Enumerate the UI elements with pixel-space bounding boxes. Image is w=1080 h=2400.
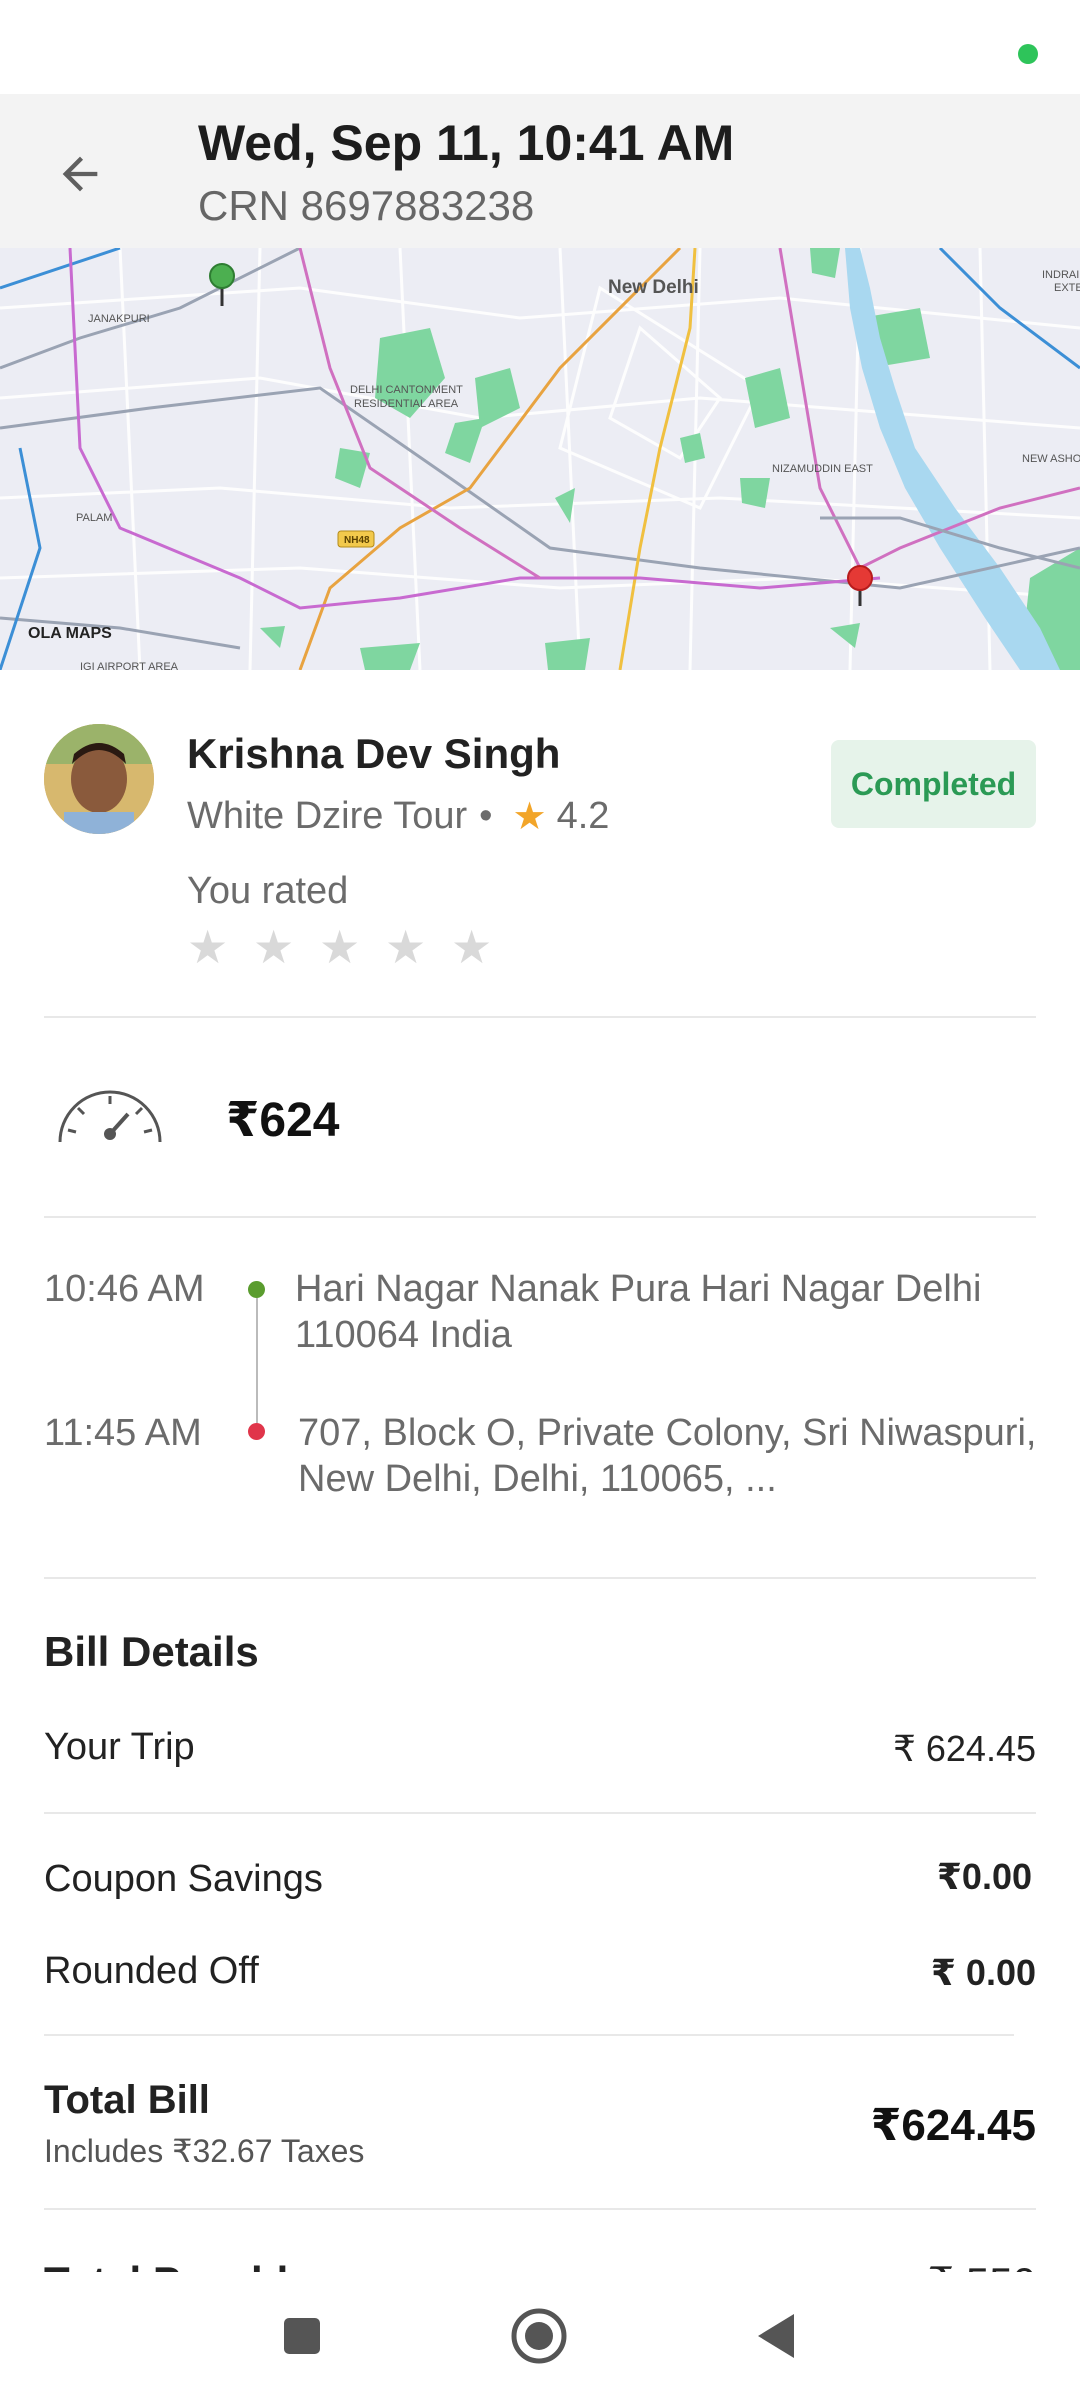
map-label: DELHI CANTONMENT: [350, 384, 463, 396]
map-label: NEW ASHO: [1022, 453, 1080, 465]
arrow-left-icon: [62, 156, 98, 192]
fare-amount: ₹624: [226, 1094, 340, 1147]
total-bill-label: Total Bill: [44, 2078, 210, 2122]
driver-rating: 4.2: [556, 795, 610, 837]
drop-address: 707, Block O, Private Colony, Sri Niwasp…: [298, 1412, 1037, 1500]
rate-star-4-icon[interactable]: ★: [385, 924, 426, 970]
map-label: RESIDENTIAL AREA: [354, 398, 459, 410]
driver-name: Krishna Dev Singh: [187, 730, 561, 777]
map-brand-logo: OLA MAPS: [28, 625, 112, 642]
rounded-off-label: Rounded Off: [44, 1950, 259, 1992]
bill-details-title: Bill Details: [44, 1628, 259, 1675]
highway-shield: NH48: [344, 535, 370, 546]
home-circle-icon: [511, 2308, 567, 2364]
pickup-dot-icon: [248, 1281, 265, 1298]
pickup-address: Hari Nagar Nanak Pura Hari Nagar Delhi 1…: [295, 1268, 982, 1356]
home-button[interactable]: [509, 2306, 569, 2366]
star-icon: ★: [512, 796, 547, 838]
total-bill-value: ₹624.45: [870, 2101, 1036, 2150]
divider: [44, 1216, 1036, 1218]
rate-star-2-icon[interactable]: ★: [253, 924, 294, 970]
coupon-savings-label: Coupon Savings: [44, 1858, 323, 1900]
speedometer-icon: [58, 1090, 162, 1143]
divider: [44, 1577, 1036, 1579]
divider: [44, 2034, 1014, 2036]
drop-time: 11:45 AM: [44, 1412, 202, 1454]
status-badge: Completed: [831, 740, 1036, 828]
map-label: JANAKPURI: [88, 313, 150, 325]
ride-crn: CRN 8697883238: [198, 182, 535, 229]
map-label: NIZAMUDDIN EAST: [772, 463, 873, 475]
status-indicator-dot: [1018, 44, 1038, 64]
rate-star-3-icon[interactable]: ★: [319, 924, 360, 970]
map-label: EXTE: [1054, 282, 1080, 294]
back-nav-button[interactable]: [746, 2306, 806, 2366]
divider: [44, 2208, 1036, 2210]
square-icon: [284, 2318, 320, 2354]
you-rated-label: You rated: [187, 870, 349, 912]
rating-stars[interactable]: ★ ★ ★ ★ ★: [187, 924, 492, 970]
header: Wed, Sep 11, 10:41 AM CRN 8697883238: [0, 94, 1080, 248]
route-connector: [256, 1298, 258, 1423]
rate-star-1-icon[interactable]: ★: [187, 924, 228, 970]
map-label: INDRAI: [1042, 269, 1079, 281]
system-nav-bar: [0, 2272, 1080, 2400]
driver-avatar: [44, 724, 154, 834]
coupon-savings-value: ₹0.00: [936, 1856, 1032, 1897]
your-trip-value: ₹ 624.45: [892, 1728, 1036, 1769]
ride-datetime: Wed, Sep 11, 10:41 AM: [198, 115, 735, 171]
car-info: White Dzire Tour • ★ 4.2: [187, 794, 609, 839]
rounded-off-value: ₹ 0.00: [930, 1952, 1036, 1993]
separator-dot: •: [479, 795, 493, 837]
divider: [44, 1016, 1036, 1018]
triangle-back-icon: [758, 2314, 794, 2358]
map-label: PALAM: [76, 512, 112, 524]
rate-star-5-icon[interactable]: ★: [451, 924, 492, 970]
map-label: IGI AIRPORT AREA: [80, 661, 179, 670]
car-model: White Dzire Tour: [187, 795, 468, 837]
route-map[interactable]: JANAKPURI New Delhi DELHI CANTONMENT RES…: [0, 248, 1080, 670]
status-bar: [0, 0, 1080, 94]
pickup-time: 10:46 AM: [44, 1268, 205, 1310]
your-trip-label: Your Trip: [44, 1726, 195, 1768]
recents-button[interactable]: [272, 2306, 332, 2366]
map-label: New Delhi: [608, 277, 699, 298]
back-button[interactable]: [40, 134, 120, 214]
total-bill-taxes: Includes ₹32.67 Taxes: [44, 2133, 365, 2169]
divider: [44, 1812, 1036, 1814]
drop-dot-icon: [248, 1423, 265, 1440]
